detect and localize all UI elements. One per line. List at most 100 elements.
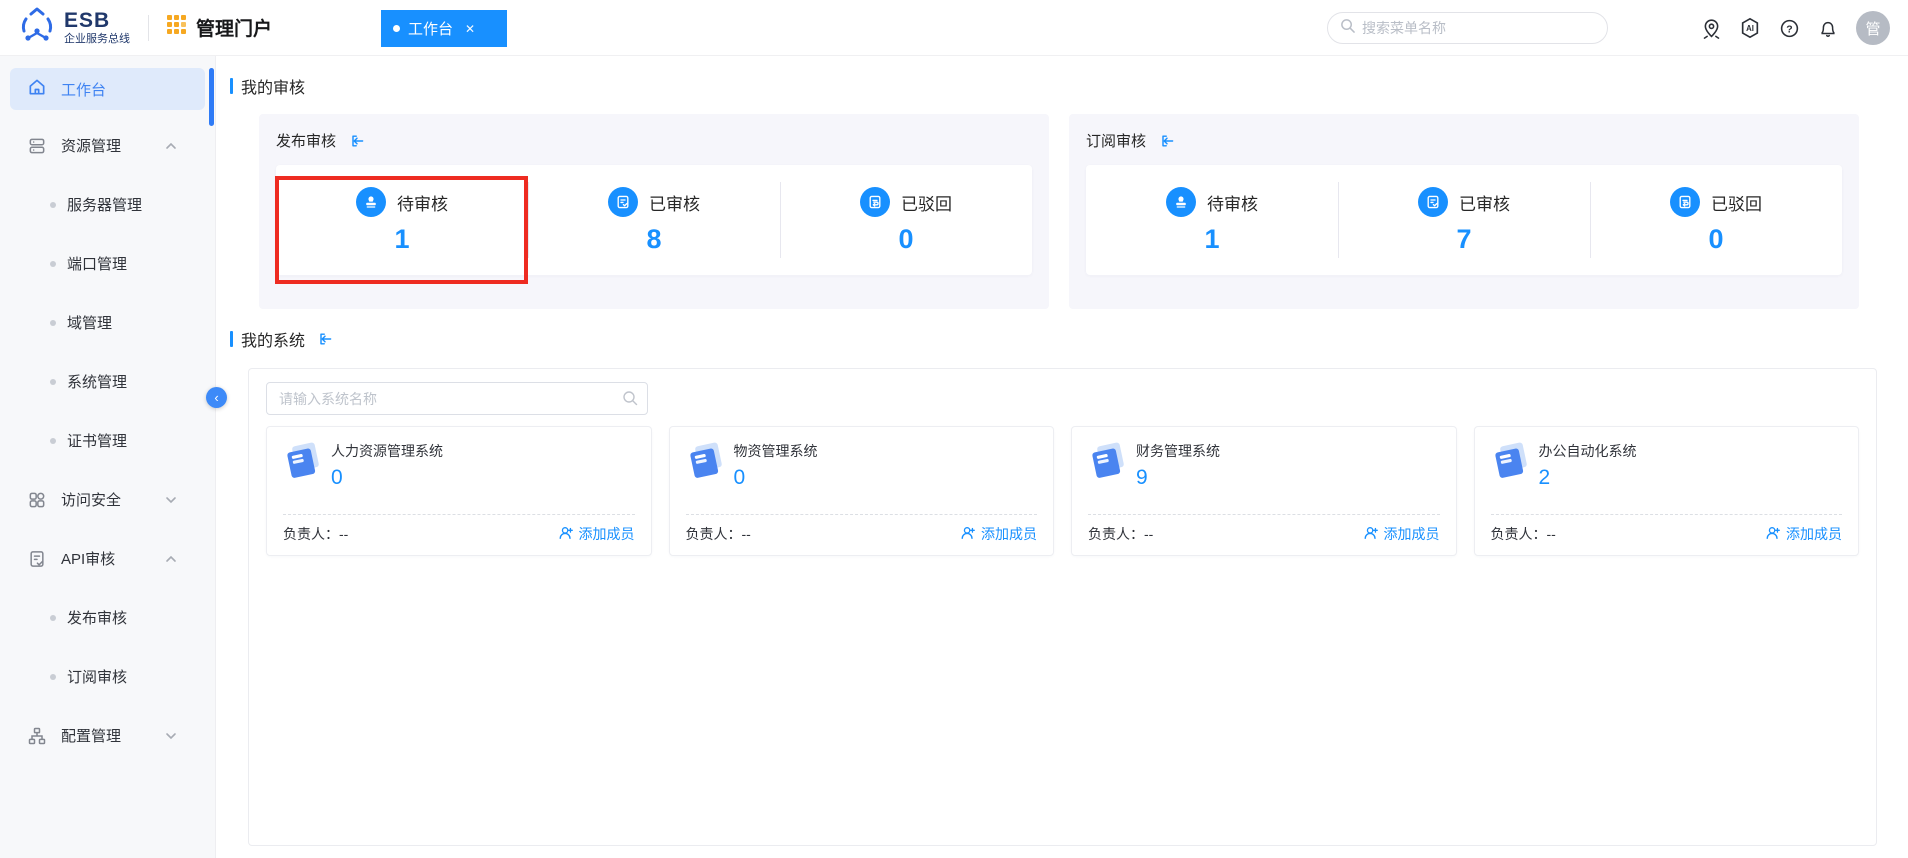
section-my-systems-title: 我的系统: [230, 327, 1908, 351]
system-name: 办公自动化系统: [1539, 441, 1637, 461]
person-plus-icon: [1765, 525, 1781, 544]
system-count: 0: [331, 466, 443, 490]
menu-search-box[interactable]: [1327, 12, 1608, 44]
enter-arrow-icon[interactable]: [349, 133, 365, 149]
add-member-button[interactable]: 添加成员: [1363, 524, 1440, 544]
bullet-dot: [50, 438, 56, 444]
portal-switcher[interactable]: 管理门户: [167, 14, 272, 41]
doc-return-icon: [860, 187, 890, 217]
bell-icon[interactable]: [1817, 17, 1839, 39]
dashed-divider: [686, 514, 1038, 515]
section-title-text: 我的系统: [241, 327, 305, 351]
menu-search-input[interactable]: [1362, 20, 1595, 36]
stamp-icon: [356, 187, 386, 217]
scrollbar-thumb[interactable]: [209, 68, 214, 126]
tab-label: 工作台: [408, 18, 453, 39]
system-name: 人力资源管理系统: [331, 441, 443, 461]
main-content: 我的审核 发布审核: [216, 56, 1908, 858]
system-count: 9: [1136, 466, 1220, 490]
chevron-down-icon: [165, 494, 177, 506]
sidebar-group-api-review[interactable]: API审核: [0, 529, 215, 588]
stat-rejected[interactable]: 已驳回 0: [1590, 165, 1842, 275]
tab-active-dot: [393, 25, 400, 32]
add-member-button[interactable]: 添加成员: [960, 524, 1037, 544]
sidebar-collapse-button[interactable]: ‹: [206, 387, 227, 408]
sidebar-group-config-mgmt[interactable]: 配置管理: [0, 706, 215, 765]
my-systems-panel: 人力资源管理系统 0 负责人：--: [248, 368, 1877, 846]
sidebar-item-server-mgmt[interactable]: 服务器管理: [0, 175, 215, 234]
add-member-button[interactable]: 添加成员: [1765, 524, 1842, 544]
stat-value: 1: [1204, 226, 1219, 253]
blue-box-icon: [686, 439, 724, 514]
sidebar-item-label: 工作台: [61, 79, 106, 100]
system-card-hr[interactable]: 人力资源管理系统 0 负责人：--: [266, 426, 652, 556]
add-member-label: 添加成员: [981, 524, 1037, 544]
system-count: 2: [1539, 466, 1637, 490]
person-plus-icon: [1363, 525, 1379, 544]
stat-pending[interactable]: 待审核 1: [1086, 165, 1338, 275]
blue-box-icon: [1088, 439, 1126, 514]
system-card-finance[interactable]: 财务管理系统 9 负责人：--: [1071, 426, 1457, 556]
sidebar-group-label: 访问安全: [61, 489, 121, 510]
stat-label: 已驳回: [901, 190, 952, 215]
location-pin-icon[interactable]: [1700, 17, 1722, 39]
portal-title: 管理门户: [196, 14, 272, 41]
sidebar-item-publish-review[interactable]: 发布审核: [0, 588, 215, 647]
ai-hexagon-icon[interactable]: AI: [1739, 17, 1761, 39]
add-member-button[interactable]: 添加成员: [558, 524, 635, 544]
sidebar-group-label: 配置管理: [61, 725, 121, 746]
user-avatar[interactable]: 管: [1856, 11, 1890, 45]
publish-review-stats: 待审核 1 已审核 8: [276, 165, 1032, 275]
enter-arrow-icon[interactable]: [317, 331, 333, 347]
stamp-icon: [1166, 187, 1196, 217]
sidebar-item-domain-mgmt[interactable]: 域管理: [0, 293, 215, 352]
question-circle-icon[interactable]: ?: [1778, 17, 1800, 39]
stat-reviewed[interactable]: 已审核 8: [528, 165, 780, 275]
system-card-materials[interactable]: 物资管理系统 0 负责人：--: [669, 426, 1055, 556]
sidebar-item-label: 域管理: [67, 312, 112, 333]
stat-reviewed[interactable]: 已审核 7: [1338, 165, 1590, 275]
sidebar-item-label: 发布审核: [67, 607, 127, 628]
owner-label: 负责人：: [1088, 526, 1144, 542]
doc-return-icon: [1670, 187, 1700, 217]
chevron-left-icon: ‹: [214, 390, 218, 405]
magnifier-icon: [1340, 18, 1355, 38]
bullet-dot: [50, 674, 56, 680]
title-accent-bar: [230, 331, 233, 347]
add-member-label: 添加成员: [579, 524, 635, 544]
sidebar-item-port-mgmt[interactable]: 端口管理: [0, 234, 215, 293]
svg-text:AI: AI: [1746, 24, 1754, 33]
chevron-up-icon: [165, 140, 177, 152]
chevron-down-icon: [165, 730, 177, 742]
bullet-dot: [50, 261, 56, 267]
sidebar-item-label: 服务器管理: [67, 194, 142, 215]
system-search-input[interactable]: [266, 382, 648, 415]
sidebar-item-workbench[interactable]: 工作台: [10, 68, 205, 110]
stat-value: 1: [394, 226, 409, 253]
enter-arrow-icon[interactable]: [1159, 133, 1175, 149]
stat-label: 待审核: [397, 190, 448, 215]
sidebar-group-resources[interactable]: 资源管理: [0, 116, 215, 175]
person-plus-icon: [558, 525, 574, 544]
sidebar-item-cert-mgmt[interactable]: 证书管理: [0, 411, 215, 470]
stat-pending[interactable]: 待审核 1: [276, 165, 528, 275]
owner-label: 负责人：: [1491, 526, 1547, 542]
tab-workbench[interactable]: 工作台 ✕: [381, 10, 507, 47]
page-title: 我的审核: [241, 74, 305, 98]
system-card-list: 人力资源管理系统 0 负责人：--: [266, 426, 1859, 556]
sidebar-item-system-mgmt[interactable]: 系统管理: [0, 352, 215, 411]
owner-label: 负责人：: [283, 526, 339, 542]
panel-title: 发布审核: [276, 130, 336, 151]
sidebar-group-access-security[interactable]: 访问安全: [0, 470, 215, 529]
stat-value: 0: [1708, 226, 1723, 253]
header-divider: [148, 15, 149, 41]
system-card-oa[interactable]: 办公自动化系统 2 负责人：--: [1474, 426, 1860, 556]
system-search-box[interactable]: [266, 382, 648, 415]
stat-label: 已驳回: [1711, 190, 1762, 215]
sidebar-item-label: 端口管理: [67, 253, 127, 274]
sidebar-item-subscribe-review[interactable]: 订阅审核: [0, 647, 215, 706]
stat-rejected[interactable]: 已驳回 0: [780, 165, 1032, 275]
sidebar-menu: 资源管理 服务器管理 端口管理 域管理 系统管理: [0, 116, 215, 765]
tab-close-icon[interactable]: ✕: [465, 22, 475, 36]
header-actions: AI ? 管: [1700, 0, 1890, 56]
